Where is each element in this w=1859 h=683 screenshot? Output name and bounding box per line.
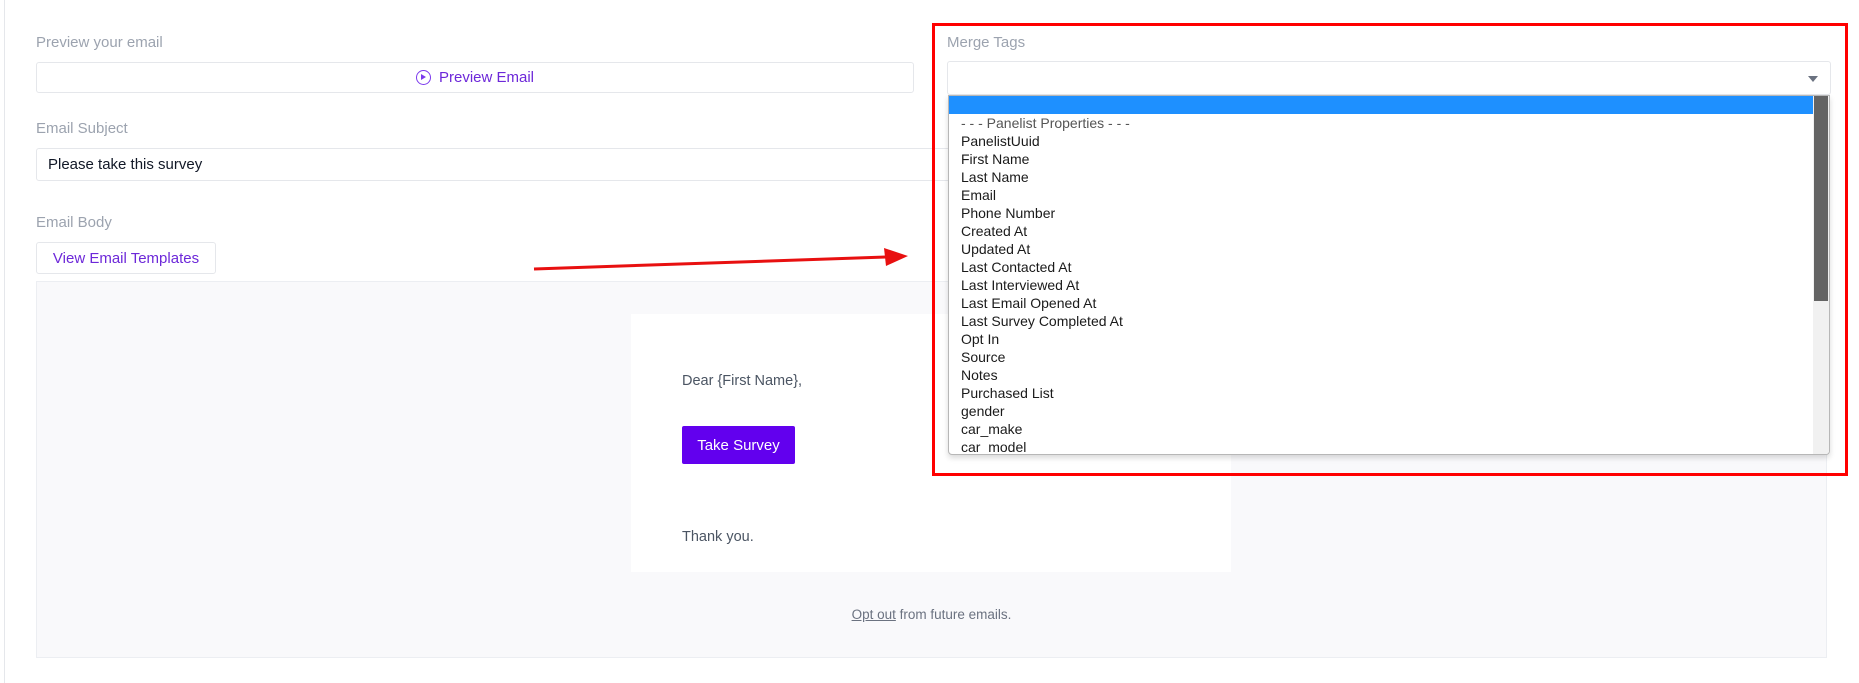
email-greeting: Dear {First Name}, — [682, 373, 803, 389]
preview-email-button[interactable]: Preview Email — [36, 62, 914, 93]
take-survey-button[interactable]: Take Survey — [682, 426, 795, 464]
annotation-arrow-icon — [533, 248, 908, 271]
annotation-highlight-box — [932, 23, 1848, 476]
optout-link[interactable]: Opt out — [852, 607, 896, 622]
email-subject-input[interactable] — [36, 148, 996, 181]
preview-email-button-label: Preview Email — [438, 69, 535, 86]
body-label: Email Body — [36, 214, 112, 231]
view-email-templates-button[interactable]: View Email Templates — [36, 242, 216, 274]
optout-text: from future emails. — [895, 607, 1012, 622]
preview-label: Preview your email — [36, 34, 163, 51]
subject-label: Email Subject — [36, 120, 128, 137]
optout-footer: Opt out from future emails. — [37, 607, 1826, 622]
email-signoff: Thank you. — [682, 529, 754, 545]
play-circle-icon — [415, 70, 431, 85]
